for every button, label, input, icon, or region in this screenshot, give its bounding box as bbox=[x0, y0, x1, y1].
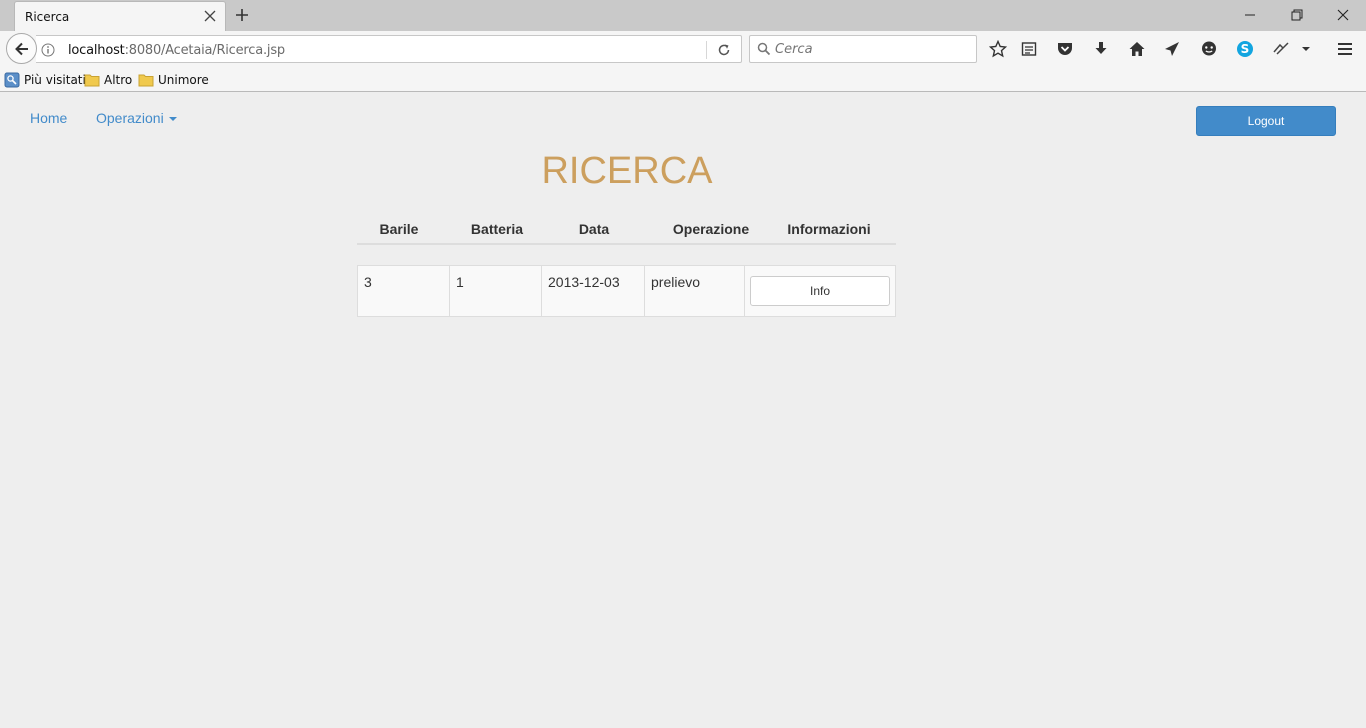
home-icon[interactable] bbox=[1128, 40, 1146, 58]
column-header-barile: Barile bbox=[379, 221, 419, 237]
column-header-operazione: Operazione bbox=[672, 221, 750, 237]
nav-home-link[interactable]: Home bbox=[30, 110, 67, 126]
search-bar[interactable] bbox=[749, 35, 977, 63]
download-icon[interactable] bbox=[1092, 40, 1110, 58]
bookmark-folder-unimore[interactable]: Unimore bbox=[138, 72, 209, 88]
bookmark-label: Unimore bbox=[158, 73, 209, 87]
cell-data: 2013-12-03 bbox=[542, 266, 645, 316]
cell-value: 1 bbox=[456, 274, 464, 290]
extension-icon[interactable] bbox=[1272, 40, 1290, 58]
svg-text:S: S bbox=[1241, 42, 1250, 56]
reader-icon[interactable] bbox=[1020, 40, 1038, 58]
bookmark-label: Più visitati bbox=[24, 73, 86, 87]
cell-value: 2013-12-03 bbox=[548, 274, 620, 290]
browser-toolbar: localhost:8080/Acetaia/Ricerca.jsp Cerca… bbox=[0, 31, 1366, 68]
address-bar[interactable]: localhost:8080/Acetaia/Ricerca.jsp bbox=[36, 35, 742, 63]
url-text: localhost:8080/Acetaia/Ricerca.jsp bbox=[68, 43, 285, 58]
page-content: Home Operazioni Logout RICERCA Barile Ba… bbox=[0, 93, 1366, 728]
column-header-data: Data bbox=[578, 221, 610, 237]
info-button[interactable]: Info bbox=[750, 276, 890, 306]
send-icon[interactable] bbox=[1163, 40, 1181, 58]
pocket-icon[interactable] bbox=[1056, 40, 1074, 58]
cell-value: prelievo bbox=[651, 274, 701, 290]
bookmark-list-icon bbox=[4, 72, 20, 88]
url-host: localhost bbox=[68, 43, 125, 58]
new-tab-icon[interactable] bbox=[234, 7, 250, 23]
bookmark-label: Altro bbox=[104, 73, 133, 87]
logout-button[interactable]: Logout bbox=[1196, 106, 1336, 136]
page-title: RICERCA bbox=[541, 150, 713, 192]
close-tab-icon[interactable] bbox=[204, 10, 216, 22]
chat-icon[interactable] bbox=[1200, 40, 1218, 58]
header-divider bbox=[357, 243, 896, 245]
nav-operazioni-label: Operazioni bbox=[96, 110, 164, 126]
close-window-icon[interactable] bbox=[1333, 6, 1353, 24]
info-icon[interactable] bbox=[41, 43, 55, 57]
folder-icon bbox=[138, 74, 154, 87]
chevron-down-icon[interactable] bbox=[1300, 40, 1312, 58]
column-header-batteria: Batteria bbox=[470, 221, 524, 237]
tab-ricerca[interactable]: Ricerca bbox=[14, 1, 226, 31]
star-icon[interactable] bbox=[989, 40, 1007, 58]
table-row: 3 1 2013-12-03 prelievo Info bbox=[357, 265, 896, 317]
bookmark-piu-visitati[interactable]: Più visitati bbox=[4, 72, 86, 88]
cell-operazione: prelievo bbox=[645, 266, 745, 316]
column-header-informazioni: Informazioni bbox=[787, 221, 871, 237]
nav-operazioni-dropdown[interactable]: Operazioni bbox=[96, 110, 177, 126]
restore-icon[interactable] bbox=[1287, 6, 1307, 24]
cell-value: 3 bbox=[364, 274, 372, 290]
cell-barile: 3 bbox=[358, 266, 450, 316]
menu-icon[interactable] bbox=[1336, 40, 1354, 58]
cell-batteria: 1 bbox=[450, 266, 542, 316]
caret-down-icon bbox=[168, 117, 177, 122]
folder-icon bbox=[84, 74, 100, 87]
search-icon bbox=[757, 42, 771, 56]
reload-icon[interactable] bbox=[717, 43, 731, 57]
url-separator bbox=[706, 41, 707, 59]
back-button[interactable] bbox=[6, 33, 37, 64]
minimize-icon[interactable] bbox=[1240, 6, 1260, 24]
search-input[interactable] bbox=[775, 39, 970, 59]
skype-icon[interactable]: S bbox=[1236, 40, 1254, 58]
tab-title: Ricerca bbox=[25, 10, 70, 24]
url-path: :8080/Acetaia/Ricerca.jsp bbox=[124, 43, 286, 58]
bookmark-folder-altro[interactable]: Altro bbox=[84, 72, 134, 88]
tab-strip: Ricerca bbox=[0, 0, 1366, 31]
back-arrow-icon bbox=[15, 42, 28, 56]
bookmarks-toolbar: Più visitati Altro Unimore bbox=[0, 68, 1366, 92]
